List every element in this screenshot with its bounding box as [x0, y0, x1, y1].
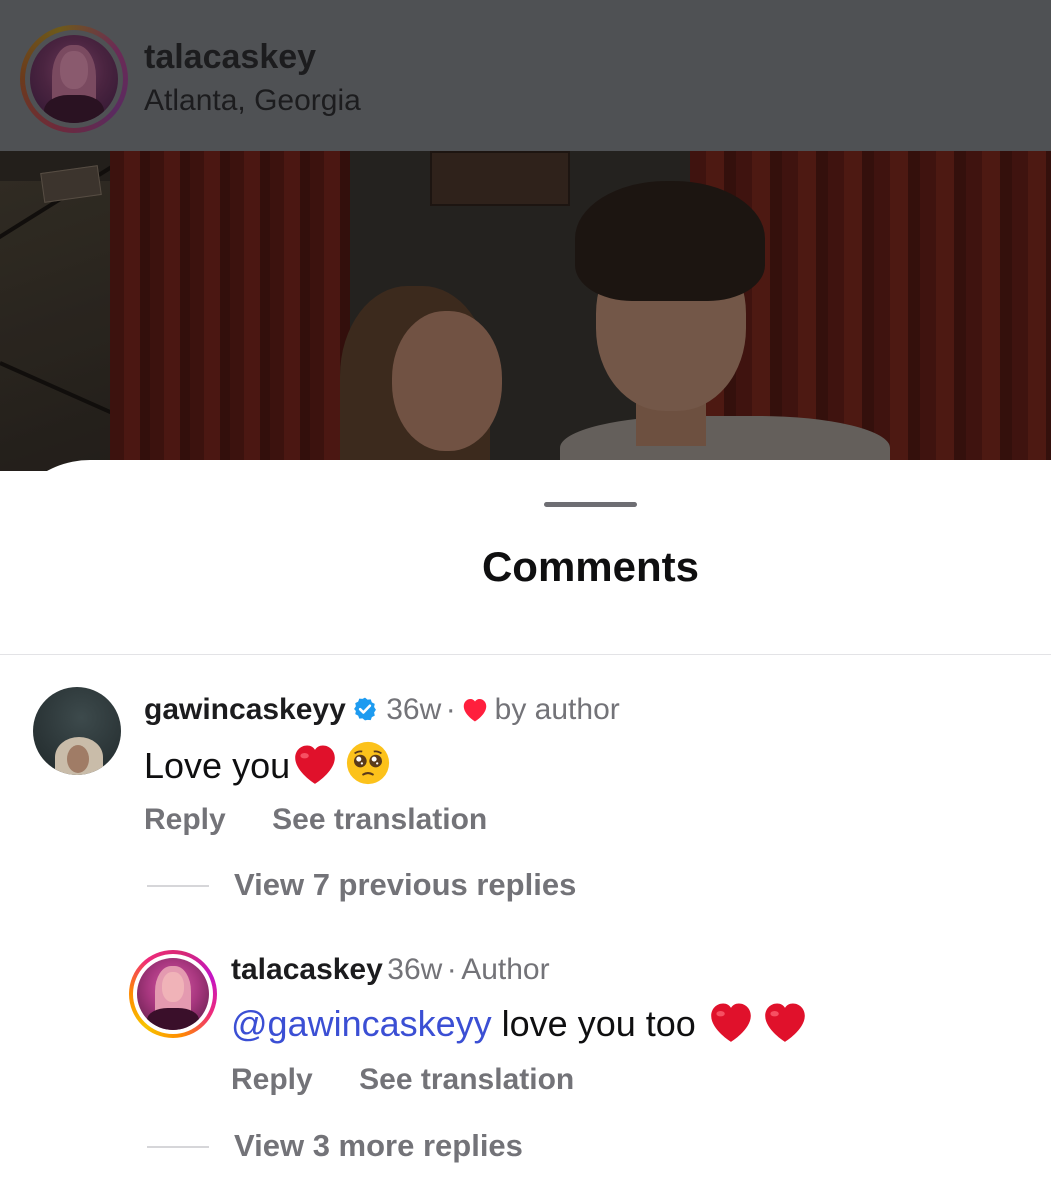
- see-translation-button[interactable]: See translation: [359, 1063, 574, 1096]
- view-more-replies-button[interactable]: View 3 more replies: [234, 1128, 523, 1163]
- post-author-avatar[interactable]: [20, 25, 128, 133]
- author-label: Author: [461, 953, 550, 986]
- commenter-username[interactable]: gawincaskeyy: [144, 693, 346, 726]
- replies-line: [147, 1146, 209, 1148]
- mention-link[interactable]: @gawincaskeyy: [231, 1003, 492, 1044]
- view-previous-replies-button[interactable]: View 7 previous replies: [234, 867, 576, 902]
- see-translation-button[interactable]: See translation: [272, 803, 487, 836]
- red-heart-emoji-icon: [711, 1003, 751, 1042]
- verified-badge-icon: [353, 697, 376, 721]
- pleading-face-emoji-icon: [346, 741, 389, 785]
- comment-actions: Reply See translation: [144, 802, 487, 843]
- comment-text: Love you: [144, 745, 291, 786]
- author-liked-heart-icon: [463, 699, 487, 722]
- reply-actions: Reply See translation: [231, 1062, 574, 1103]
- post-header: talacaskey Atlanta, Georgia: [0, 0, 1051, 151]
- reply-button[interactable]: Reply: [231, 1063, 313, 1096]
- comment-timestamp: 36w: [386, 693, 442, 726]
- sheet-grabber-handle[interactable]: [544, 502, 637, 507]
- comments-sheet: Comments gawincaskeyy 36w · by author Lo…: [0, 460, 1051, 1200]
- view-more-replies-row: View 3 more replies: [234, 1127, 523, 1171]
- reply-header: talacaskey 36w · Author: [231, 952, 550, 993]
- meta-separator: ·: [446, 953, 457, 986]
- post-photo: [0, 151, 1051, 471]
- commenter-avatar[interactable]: [33, 687, 121, 775]
- comment-body: Love you: [144, 740, 391, 799]
- sheet-divider: [0, 654, 1051, 655]
- post-author-info: talacaskey Atlanta, Georgia: [144, 37, 361, 119]
- reply-text: love you too: [491, 1003, 706, 1044]
- reply-button[interactable]: Reply: [144, 803, 226, 836]
- reply-author-avatar[interactable]: [129, 950, 217, 1038]
- liked-by-author-label: by author: [494, 693, 620, 726]
- view-previous-replies-row: View 7 previous replies: [234, 866, 576, 910]
- red-heart-emoji-icon: [765, 1003, 805, 1042]
- comment-header: gawincaskeyy 36w · by author: [144, 692, 620, 733]
- replies-line: [147, 885, 209, 887]
- post-author-username[interactable]: talacaskey: [144, 37, 361, 77]
- reply-username[interactable]: talacaskey: [231, 953, 383, 986]
- post-location[interactable]: Atlanta, Georgia: [144, 83, 361, 119]
- red-heart-emoji-icon: [295, 745, 335, 784]
- instagram-comments-screen: talacaskey Atlanta, Georgia Comments gaw…: [0, 0, 1051, 1200]
- sheet-title: Comments: [481, 543, 700, 590]
- reply-body: @gawincaskeyy love you too: [231, 998, 810, 1057]
- reply-timestamp: 36w: [387, 953, 443, 986]
- meta-separator: ·: [445, 693, 456, 726]
